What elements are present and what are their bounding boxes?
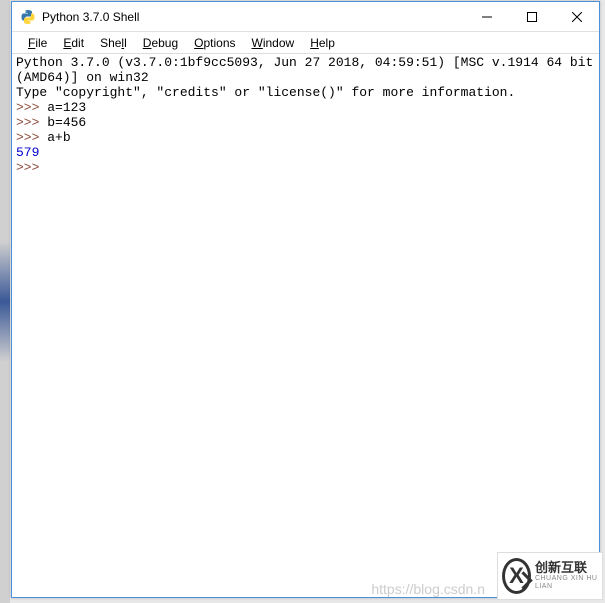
prompt: >>>: [16, 100, 39, 115]
close-button[interactable]: [554, 2, 599, 31]
window-title: Python 3.7.0 Shell: [42, 10, 464, 24]
menu-help[interactable]: Help: [302, 34, 343, 52]
output-line: 579: [16, 145, 39, 160]
maximize-button[interactable]: [509, 2, 554, 31]
python-icon: [20, 9, 36, 25]
menu-file[interactable]: File: [20, 34, 55, 52]
menu-shell[interactable]: Shell: [92, 34, 135, 52]
input-line: b=456: [47, 115, 86, 130]
titlebar[interactable]: Python 3.7.0 Shell: [12, 2, 599, 32]
watermark-url: https://blog.csdn.n: [371, 581, 485, 597]
logo-icon: X: [502, 558, 531, 594]
menu-options[interactable]: Options: [186, 34, 243, 52]
shell-content[interactable]: Python 3.7.0 (v3.7.0:1bf9cc5093, Jun 27 …: [12, 54, 599, 597]
python-shell-window: Python 3.7.0 Shell File Edit Shell Debug…: [11, 1, 600, 598]
menu-window[interactable]: Window: [244, 34, 303, 52]
window-controls: [464, 2, 599, 31]
menu-debug[interactable]: Debug: [135, 34, 186, 52]
prompt: >>>: [16, 160, 39, 175]
banner-line: Type "copyright", "credits" or "license(…: [16, 85, 515, 100]
background-strip: [0, 0, 10, 603]
menubar: File Edit Shell Debug Options Window Hel…: [12, 32, 599, 54]
input-line: a+b: [47, 130, 70, 145]
prompt: >>>: [16, 115, 39, 130]
logo-text: 创新互联 CHUANG XIN HU LIAN: [535, 561, 598, 591]
prompt: >>>: [16, 130, 39, 145]
banner-line: Python 3.7.0 (v3.7.0:1bf9cc5093, Jun 27 …: [16, 55, 599, 85]
logo-sub-text: CHUANG XIN HU LIAN: [535, 575, 598, 590]
logo-main-text: 创新互联: [535, 561, 598, 575]
watermark-logo: X 创新互联 CHUANG XIN HU LIAN: [497, 552, 603, 600]
minimize-button[interactable]: [464, 2, 509, 31]
menu-edit[interactable]: Edit: [55, 34, 92, 52]
input-line: a=123: [47, 100, 86, 115]
